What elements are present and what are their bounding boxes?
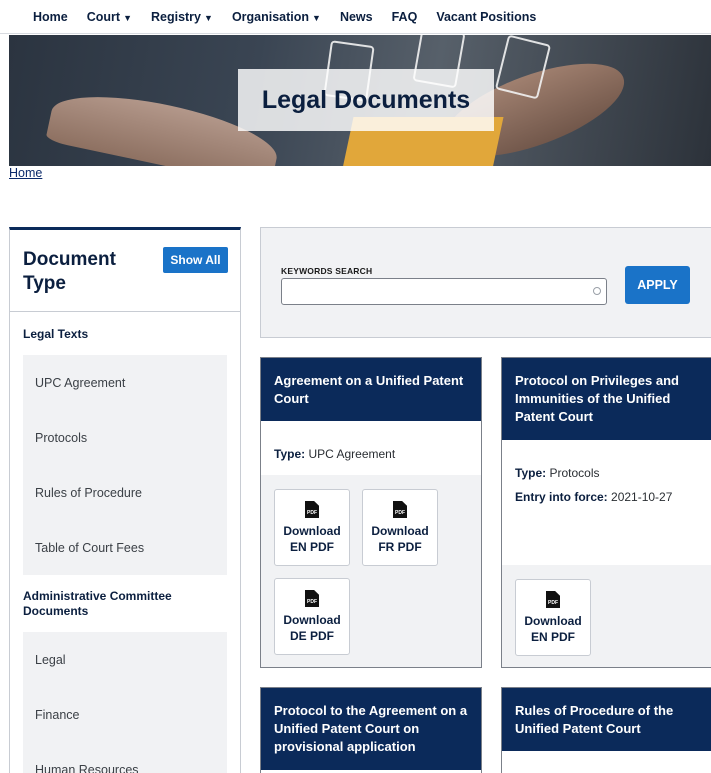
apply-button[interactable]: APPLY — [625, 266, 690, 304]
filter-item-finance[interactable]: Finance — [23, 687, 227, 742]
document-card: Agreement on a Unified Patent Court Type… — [260, 357, 482, 668]
download-label: Download EN PDF — [275, 523, 349, 555]
filter-item-rules-of-procedure[interactable]: Rules of Procedure — [23, 465, 227, 520]
card-entry-into-force: Entry into force: 2021-10-27 — [502, 490, 711, 504]
download-de-pdf-button[interactable]: PDF Download DE PDF — [274, 578, 350, 655]
nav-home[interactable]: Home — [33, 10, 68, 24]
download-area: PDF Download EN PDF PDF Download FR PDF … — [261, 475, 481, 667]
download-area: PDF Download EN PDF — [502, 565, 711, 667]
nav-organisation[interactable]: Organisation▼ — [232, 10, 321, 24]
filter-item-human-resources[interactable]: Human Resources — [23, 742, 227, 773]
document-card: Rules of Procedure of the Unified Patent… — [501, 687, 711, 773]
nav-registry[interactable]: Registry▼ — [151, 10, 213, 24]
card-title: Protocol to the Agreement on a Unified P… — [261, 688, 481, 770]
download-label: Download DE PDF — [275, 612, 349, 644]
nav-court[interactable]: Court▼ — [87, 10, 132, 24]
pdf-icon: PDF — [305, 590, 319, 607]
hero-banner: Legal Documents — [9, 35, 711, 166]
card-type: Type: Protocols — [502, 466, 711, 480]
nav-faq[interactable]: FAQ — [392, 10, 418, 24]
nav-organisation-label: Organisation — [232, 10, 309, 24]
filter-group-list: Legal Finance Human Resources — [23, 632, 227, 773]
page-title: Legal Documents — [262, 86, 470, 115]
filter-item-protocols[interactable]: Protocols — [23, 410, 227, 465]
nav-court-label: Court — [87, 10, 120, 24]
nav-faq-label: FAQ — [392, 10, 418, 24]
download-label: Download EN PDF — [516, 613, 590, 645]
filter-item-legal[interactable]: Legal — [23, 632, 227, 687]
card-type-label: Type: — [274, 447, 305, 461]
download-en-pdf-button[interactable]: PDF Download EN PDF — [515, 579, 591, 656]
pdf-icon: PDF — [546, 591, 560, 608]
nav-registry-label: Registry — [151, 10, 201, 24]
filter-title: Document Type — [23, 248, 143, 296]
chevron-down-icon: ▼ — [123, 13, 132, 23]
download-fr-pdf-button[interactable]: PDF Download FR PDF — [362, 489, 438, 566]
nav-home-label: Home — [33, 10, 68, 24]
keywords-search-label: KEYWORDS SEARCH — [281, 266, 372, 276]
chevron-down-icon: ▼ — [204, 13, 213, 23]
filter-group-list: UPC Agreement Protocols Rules of Procedu… — [23, 355, 227, 575]
document-type-filter: Document Type Show All Legal Texts UPC A… — [9, 227, 241, 773]
pdf-icon: PDF — [393, 501, 407, 518]
filter-item-upc-agreement[interactable]: UPC Agreement — [23, 355, 227, 410]
card-title: Rules of Procedure of the Unified Patent… — [502, 688, 711, 751]
nav-vacant-positions[interactable]: Vacant Positions — [436, 10, 536, 24]
pdf-icon-text: PDF — [393, 510, 407, 516]
top-navigation: Home Court▼ Registry▼ Organisation▼ News… — [0, 0, 711, 34]
filter-item-table-of-court-fees[interactable]: Table of Court Fees — [23, 520, 227, 575]
filter-group-title: Administrative Committee Documents — [10, 589, 240, 619]
breadcrumb-home-link[interactable]: Home — [9, 166, 42, 180]
keywords-search-input[interactable] — [281, 278, 607, 305]
pdf-icon-text: PDF — [546, 600, 560, 606]
entry-into-force-value: 2021-10-27 — [611, 490, 672, 504]
entry-into-force-label: Entry into force: — [515, 490, 608, 504]
card-title: Protocol on Privileges and Immunities of… — [502, 358, 711, 440]
search-panel: KEYWORDS SEARCH APPLY — [260, 227, 711, 338]
nav-news[interactable]: News — [340, 10, 373, 24]
card-type: Type: UPC Agreement — [261, 447, 481, 461]
pdf-icon-text: PDF — [305, 510, 319, 516]
filter-group-title: Legal Texts — [10, 327, 240, 342]
download-label: Download FR PDF — [363, 523, 437, 555]
card-type-value: Protocols — [549, 466, 599, 480]
chevron-down-icon: ▼ — [312, 13, 321, 23]
pdf-icon-text: PDF — [305, 599, 319, 605]
card-type-label: Type: — [515, 466, 546, 480]
document-card: Protocol to the Agreement on a Unified P… — [260, 687, 482, 773]
card-title: Agreement on a Unified Patent Court — [261, 358, 481, 421]
download-en-pdf-button[interactable]: PDF Download EN PDF — [274, 489, 350, 566]
card-type-value: UPC Agreement — [308, 447, 395, 461]
hero-title-box: Legal Documents — [238, 69, 494, 131]
pdf-icon: PDF — [305, 501, 319, 518]
nav-vacant-positions-label: Vacant Positions — [436, 10, 536, 24]
nav-news-label: News — [340, 10, 373, 24]
circle-icon — [593, 287, 601, 295]
show-all-button[interactable]: Show All — [163, 247, 228, 273]
document-card: Protocol on Privileges and Immunities of… — [501, 357, 711, 668]
filter-header: Document Type Show All — [10, 230, 240, 312]
